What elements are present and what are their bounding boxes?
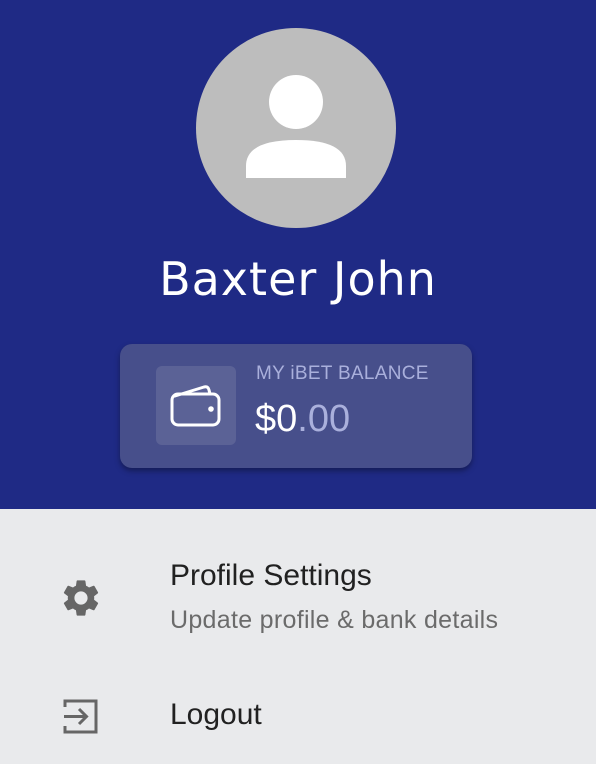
balance-amount-cents: .00 xyxy=(297,398,351,440)
wallet-icon-box xyxy=(156,366,236,445)
person-placeholder-icon xyxy=(246,75,346,178)
gear-icon xyxy=(63,580,99,616)
menu-item-title: Profile Settings xyxy=(170,559,372,592)
balance-amount: $0.00 xyxy=(255,398,350,441)
menu-item-title: Logout xyxy=(170,698,262,731)
menu-item-logout[interactable]: Logout xyxy=(0,678,596,758)
avatar[interactable] xyxy=(196,28,396,228)
logout-icon xyxy=(63,699,98,734)
user-name: Baxter John xyxy=(159,252,437,306)
balance-label: MY iBET BALANCE xyxy=(256,363,429,384)
menu-item-subtitle: Update profile & bank details xyxy=(170,606,499,634)
wallet-icon xyxy=(170,385,221,427)
balance-amount-main: $0 xyxy=(255,398,298,440)
profile-header: Baxter John MY iBET BALANCE $0.00 xyxy=(0,0,596,509)
balance-card[interactable]: MY iBET BALANCE $0.00 xyxy=(120,344,472,468)
menu-item-profile-settings[interactable]: Profile Settings Update profile & bank d… xyxy=(0,545,596,655)
